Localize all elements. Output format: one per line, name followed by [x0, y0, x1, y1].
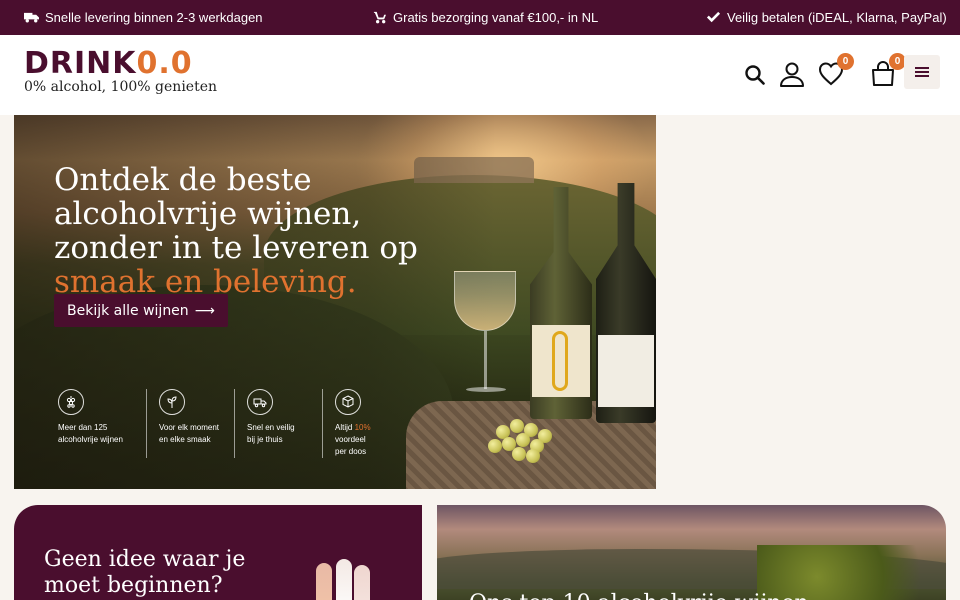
search-icon — [745, 65, 765, 85]
wine-glass-stem — [484, 331, 487, 389]
usp-delivery: Snelle levering binnen 2-3 werkdagen — [24, 10, 263, 25]
feature-delivery-text: Snel en veilig bij je thuis — [247, 423, 295, 444]
usp-free-shipping-text: Gratis bezorging vanaf €100,- in NL — [393, 10, 599, 25]
arrow-right-icon: ⟶ — [194, 302, 215, 319]
menu-button[interactable] — [904, 55, 940, 89]
bottle-label-white — [532, 325, 590, 397]
user-icon — [780, 62, 804, 87]
hamburger-icon — [915, 67, 929, 77]
cart-button[interactable]: 0 — [870, 53, 906, 87]
wishlist-count-badge: 0 — [837, 53, 854, 70]
check-icon — [706, 11, 721, 23]
hero-title-line: zonder in te leveren op — [54, 230, 418, 266]
top-10-wines-card-title: Ons top 10 alcoholvrije wijnen — [469, 591, 809, 600]
usp-delivery-text: Snelle levering binnen 2-3 werkdagen — [45, 10, 263, 25]
usp-free-shipping: Gratis bezorging vanaf €100,- in NL — [372, 10, 598, 25]
hero-title: Ontdek de beste alcoholvrije wijnen, zon… — [54, 163, 474, 299]
top-10-wines-card[interactable]: Ons top 10 alcoholvrije wijnen — [437, 505, 946, 600]
view-all-wines-label: Bekijk alle wijnen — [67, 302, 189, 319]
wine-guide-card-title: Geen idee waar je moet beginnen? — [44, 547, 246, 598]
wishlist-button[interactable]: 0 — [818, 53, 854, 87]
usp-secure-payment: Veilig betalen (iDEAL, Klarna, PayPal) — [706, 10, 947, 25]
leaf-icon — [159, 389, 185, 415]
feature-assortment: Meer dan 125 alcoholvrije wijnen — [58, 389, 146, 458]
feature-discount-text: Altijd 10% voordeel per doos — [335, 423, 371, 456]
announcement-bar: Snelle levering binnen 2-3 werkdagen Gra… — [0, 0, 960, 35]
truck-icon — [24, 12, 39, 23]
feature-discount: Altijd 10% voordeel per doos — [322, 389, 410, 458]
rose-bottle-image — [316, 563, 332, 600]
white-bottle-image — [336, 559, 352, 600]
logo-tagline: 0% alcohol, 100% genieten — [24, 79, 218, 95]
rose-bottle-image — [354, 565, 370, 600]
scooter-icon — [373, 11, 386, 24]
bottle-label-sparkling — [598, 335, 654, 407]
grapes-icon — [58, 389, 84, 415]
wine-glass-foot — [466, 387, 506, 392]
hero-title-line: alcoholvrije wijnen, — [54, 196, 362, 232]
wine-guide-card[interactable]: Geen idee waar je moet beginnen? — [14, 505, 422, 600]
grapes-image — [486, 413, 560, 463]
site-logo[interactable]: DRINK0.0 0% alcohol, 100% genieten — [24, 46, 218, 96]
feature-every-moment: Voor elk moment en elke smaak — [146, 389, 234, 458]
account-button[interactable] — [779, 61, 805, 87]
hero-banner: Ontdek de beste alcoholvrije wijnen, zon… — [14, 115, 656, 489]
hero-features: Meer dan 125 alcoholvrije wijnen Voor elk… — [58, 389, 410, 458]
feature-assortment-text: Meer dan 125 alcoholvrije wijnen — [58, 423, 123, 444]
feature-delivery: Snel en veilig bij je thuis — [234, 389, 322, 458]
truck-icon — [247, 389, 273, 415]
view-all-wines-button[interactable]: Bekijk alle wijnen ⟶ — [54, 294, 228, 327]
hero-title-line: Ontdek de beste — [54, 162, 312, 198]
box-icon — [335, 389, 361, 415]
logo-wordmark: DRINK0.0 — [24, 46, 193, 81]
feature-every-moment-text: Voor elk moment en elke smaak — [159, 423, 220, 444]
site-header: DRINK0.0 0% alcohol, 100% genieten 0 0 — [0, 35, 960, 115]
usp-secure-payment-text: Veilig betalen (iDEAL, Klarna, PayPal) — [727, 10, 947, 25]
search-button[interactable] — [744, 64, 766, 86]
